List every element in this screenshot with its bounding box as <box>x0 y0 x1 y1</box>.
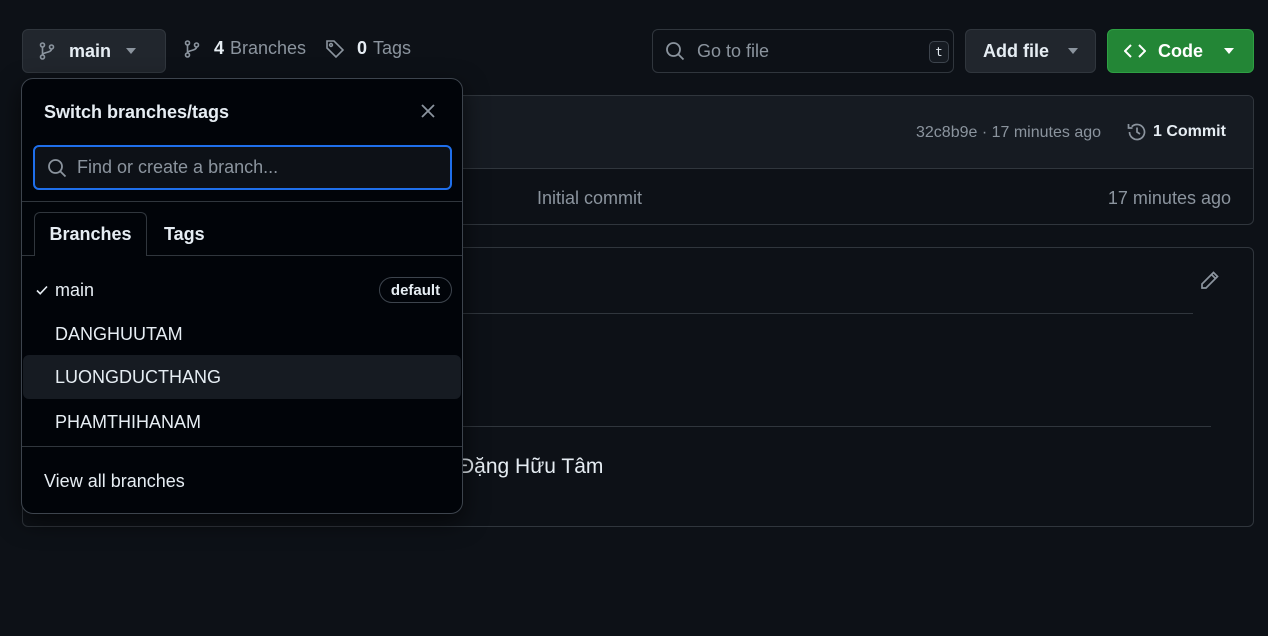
add-file-label: Add file <box>983 40 1049 61</box>
tags-count-link[interactable]: 0 Tags <box>325 38 411 59</box>
code-icon <box>1124 43 1146 59</box>
branch-selector-button[interactable]: main <box>22 29 166 73</box>
branch-filter-input[interactable] <box>77 157 427 178</box>
branch-filter-field[interactable] <box>33 145 452 190</box>
search-icon <box>665 41 685 61</box>
branch-item-phamthihanam[interactable]: PHAMTHIHANAM <box>22 400 462 444</box>
add-file-button[interactable]: Add file <box>965 29 1096 73</box>
go-to-file-input[interactable]: Go to file t <box>652 29 954 73</box>
branches-label: Branches <box>230 38 307 58</box>
divider <box>22 446 462 447</box>
git-branch-icon <box>39 42 55 60</box>
branch-name: main <box>55 279 95 300</box>
default-badge: default <box>379 277 452 303</box>
search-icon <box>47 158 67 178</box>
commits-history-link[interactable]: 1 Commit <box>1126 121 1226 143</box>
branches-count: 4 <box>214 38 225 58</box>
chevron-down-icon <box>125 47 137 55</box>
view-all-branches-link[interactable]: View all branches <box>44 471 185 492</box>
git-branch-icon <box>184 39 200 58</box>
branch-switcher-dropdown: Switch branches/tags Branches Tags main … <box>21 78 463 514</box>
dropdown-title: Switch branches/tags <box>44 102 230 122</box>
readme-author-text: Đặng Hữu Tâm <box>459 455 604 478</box>
branch-item-main[interactable]: main default <box>22 268 462 312</box>
shortcut-key-hint: t <box>929 41 949 63</box>
tags-label: Tags <box>373 38 412 58</box>
chevron-down-icon <box>1067 47 1079 55</box>
tab-branches[interactable]: Branches <box>34 212 147 256</box>
check-icon <box>35 283 49 297</box>
branch-name: LUONGDUCTHANG <box>55 366 222 387</box>
code-button[interactable]: Code <box>1107 29 1254 73</box>
tags-count: 0 <box>357 38 368 58</box>
divider <box>22 201 462 202</box>
branch-item-danghuutam[interactable]: DANGHUUTAM <box>22 312 462 356</box>
commit-time: 17 minutes ago <box>1107 188 1231 208</box>
commit-message[interactable]: Initial commit <box>537 188 642 209</box>
branch-item-luongducthang[interactable]: LUONGDUCTHANG <box>23 355 461 399</box>
current-branch-label: main <box>69 40 112 61</box>
commit-hash-time[interactable]: 32c8b9e · 17 minutes ago <box>916 124 1101 142</box>
chevron-down-icon <box>1223 47 1235 55</box>
branch-name: PHAMTHIHANAM <box>55 411 202 432</box>
branches-count-link[interactable]: 4 Branches <box>184 38 306 59</box>
branch-name: DANGHUUTAM <box>55 323 183 344</box>
code-label: Code <box>1158 40 1203 61</box>
go-to-file-placeholder: Go to file <box>697 40 770 61</box>
tab-tags[interactable]: Tags <box>164 224 205 245</box>
close-icon[interactable] <box>420 103 436 119</box>
tag-icon <box>325 39 345 59</box>
history-icon <box>1126 121 1148 143</box>
commits-count-label: 1 Commit <box>1153 123 1226 140</box>
pencil-icon[interactable] <box>1199 269 1221 291</box>
